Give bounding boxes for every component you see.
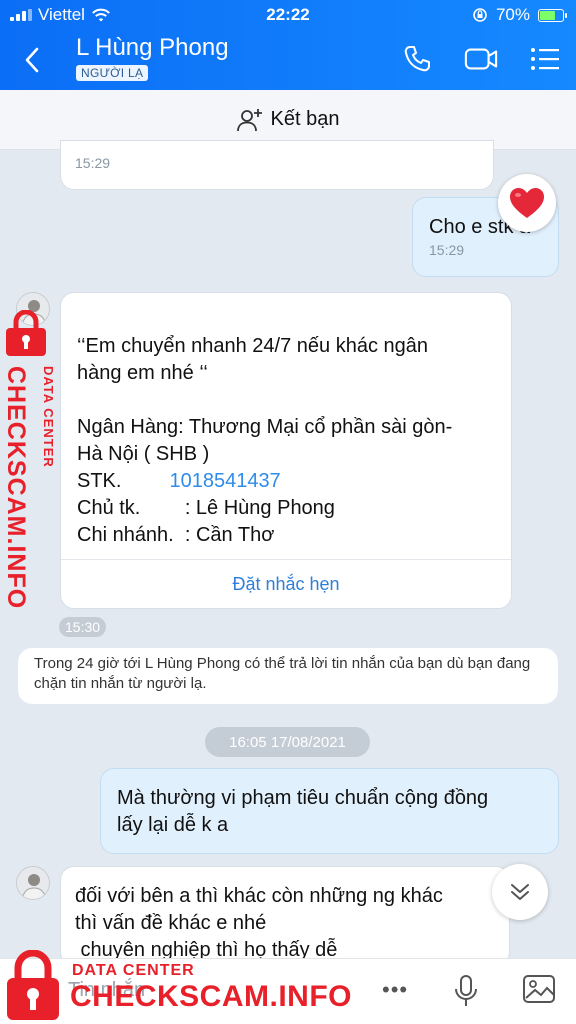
- watermark-side: CHECKSCAM.INFO DATA CENTER: [2, 310, 60, 609]
- bubble-divider: [61, 559, 511, 560]
- add-user-icon: [236, 108, 262, 131]
- lock-icon: [7, 950, 59, 1020]
- back-button[interactable]: [14, 42, 50, 78]
- account-number-link[interactable]: 1018541437: [169, 470, 280, 492]
- message-line: Ngân Hàng: Thương Mại cổ phần sài gòn-: [77, 416, 453, 438]
- message-line: Mà thường vi phạm tiêu chuẩn cộng đồng: [117, 787, 489, 809]
- stranger-notice: Trong 24 giờ tới L Hùng Phong có thể trả…: [18, 648, 558, 704]
- message-bubble-sent[interactable]: Mà thường vi phạm tiêu chuẩn cộng đồng l…: [100, 768, 559, 854]
- message-timestamp: 15:30: [59, 617, 107, 637]
- menu-button[interactable]: [528, 42, 562, 76]
- message-line: lấy lại dễ k a: [117, 814, 229, 836]
- more-dots-icon[interactable]: •••: [382, 977, 408, 1003]
- reaction-button[interactable]: [498, 174, 556, 232]
- message-line: Chủ tk. : Lê Hùng Phong: [77, 497, 335, 519]
- lock-icon: [6, 310, 46, 356]
- contact-name: L Hùng Phong: [76, 34, 229, 61]
- status-bar: Viettel 22:22 70%: [0, 0, 576, 30]
- add-friend-label: Kết bạn: [270, 108, 340, 130]
- nav-bar: L Hùng Phong NGƯỜI LẠ: [0, 32, 576, 88]
- phone-icon: [404, 46, 430, 72]
- menu-icon: [531, 48, 559, 70]
- account-label: STK.: [77, 470, 122, 492]
- watermark-brand: CHECKSCAM.INFO: [2, 366, 30, 610]
- watermark-data-center: DATA CENTER: [72, 962, 195, 979]
- message-timestamp: 15:29: [75, 155, 111, 171]
- message-line: hàng em nhé ‘‘: [77, 362, 208, 384]
- message-bubble[interactable]: 15:29: [60, 140, 494, 190]
- scroll-to-bottom-button[interactable]: [492, 864, 548, 920]
- account-number-line: STK. 1018541437: [77, 468, 497, 495]
- watermark-data-center: DATA CENTER: [41, 366, 56, 468]
- heart-icon: [510, 188, 544, 218]
- message-line: đối với bên a thì khác còn những ng khác: [75, 885, 443, 907]
- image-icon[interactable]: [522, 973, 558, 1007]
- orientation-lock-icon: [473, 8, 487, 22]
- set-reminder-button[interactable]: Đặt nhắc hẹn: [61, 571, 511, 598]
- watermark-bottom: DATA CENTER CHECKSCAM.INFO: [0, 948, 360, 1024]
- mic-icon[interactable]: [452, 973, 480, 1009]
- message-line: Chi nhánh. : Cần Thơ: [77, 524, 275, 546]
- battery-percent: 70%: [495, 5, 530, 24]
- watermark-brand: CHECKSCAM.INFO: [70, 980, 352, 1013]
- stranger-badge: NGƯỜI LẠ: [76, 65, 149, 81]
- message-line: thì vấn đề khác e nhé: [75, 912, 267, 934]
- avatar[interactable]: [16, 866, 50, 900]
- video-icon: [464, 48, 498, 70]
- back-arrow-icon: [25, 47, 39, 73]
- call-button[interactable]: [400, 42, 434, 76]
- message-timestamp: 15:29: [429, 242, 465, 258]
- chevron-down-icon: [511, 884, 529, 900]
- contact-info[interactable]: L Hùng Phong NGƯỜI LẠ: [76, 34, 229, 82]
- video-call-button[interactable]: [464, 42, 498, 76]
- message-bubble-bank-info[interactable]: ‘‘Em chuyển nhanh 24/7 nếu khác ngân hàn…: [60, 292, 512, 609]
- chat-header: Viettel 22:22 70% L Hùng Phong NGƯỜI LẠ: [0, 0, 576, 90]
- message-line: Hà Nội ( SHB ): [77, 443, 210, 465]
- nav-actions: [400, 42, 562, 76]
- date-divider: 16:05 17/08/2021: [205, 727, 370, 757]
- message-line: ‘‘Em chuyển nhanh 24/7 nếu khác ngân: [77, 335, 429, 357]
- avatar-image: [17, 867, 49, 899]
- status-right: 70%: [472, 5, 567, 25]
- battery-icon: [538, 8, 567, 22]
